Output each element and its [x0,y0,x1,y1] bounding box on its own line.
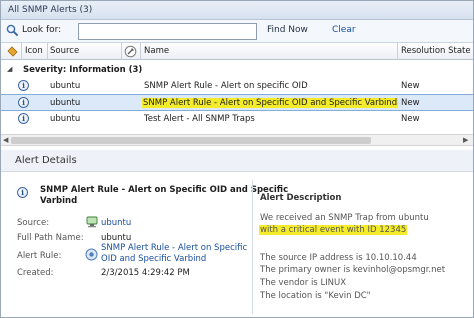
alert-resolution-state: New [401,98,420,108]
full-path-label: Full Path Name: [17,233,84,243]
severity-group-header[interactable]: ◢ Severity: Information (3) [1,62,473,77]
column-header-name[interactable]: Name [144,46,169,56]
alert-rule-label: Alert Rule: [17,251,62,261]
search-toolbar: Look for: Find Now Clear [1,20,473,43]
information-icon: i [18,97,29,108]
view-title: All SNMP Alerts (3) [8,5,93,15]
details-title-line2: Varbind [40,196,78,206]
alert-source: ubuntu [50,81,81,91]
alert-resolution-state: New [401,114,420,124]
column-header-resolution-state[interactable]: Resolution State [401,46,471,56]
alert-source: ubuntu [50,98,81,108]
description-line: We received an SNMP Trap from ubuntu [260,213,429,223]
alert-resolution-state: New [401,81,420,91]
created-value: 2/3/2015 4:29:42 PM [101,268,190,278]
created-label: Created: [17,268,54,278]
alert-rule-link-line1[interactable]: SNMP Alert Rule - Alert on Specific [101,243,247,253]
alert-details-header: Alert Details [1,150,473,172]
description-line: The primary owner is kevinhol@opsmgr.net [260,265,446,275]
alert-rule-link-line2[interactable]: OID and Specific Varbind [101,254,206,264]
alert-state-icon [7,46,18,60]
alert-name: SNMP Alert Rule - Alert on specific OID [144,81,308,91]
find-now-button[interactable]: Find Now [267,25,308,35]
information-icon: i [18,113,29,124]
group-label: Severity: Information (3) [23,65,143,75]
alert-source: ubuntu [50,114,81,124]
information-icon: i [18,80,29,91]
alert-row[interactable]: i ubuntu Test Alert - All SNMP Traps New [1,111,473,128]
computer-icon [86,216,98,231]
description-line: The source IP address is 10.10.10.44 [260,253,417,263]
description-line: The vendor is LINUX [260,278,347,288]
alert-details-heading: Alert Details [15,155,77,166]
scroll-right-icon[interactable]: ▶ [463,136,468,144]
alert-row-selected[interactable]: i ubuntu SNMP Alert Rule - Alert on Spec… [1,94,473,111]
clear-button[interactable]: Clear [332,25,356,35]
source-link[interactable]: ubuntu [101,218,131,228]
look-for-label: Look for: [22,25,62,35]
horizontal-scrollbar[interactable]: ◀ ▶ [1,134,473,146]
maintenance-mode-icon [124,45,137,61]
full-path-value: ubuntu [101,233,132,243]
description-line: The location is "Kevin DC" [260,291,371,301]
alert-name: Test Alert - All SNMP Traps [144,114,255,124]
source-label: Source: [17,218,50,228]
view-title-bar: All SNMP Alerts (3) [1,1,473,20]
information-icon: i [17,187,28,198]
column-header-source[interactable]: Source [50,46,79,56]
collapse-arrow-icon[interactable]: ◢ [7,65,12,73]
scroll-left-icon[interactable]: ◀ [3,136,8,144]
alert-description-heading: Alert Description [260,193,342,203]
scrollbar-thumb[interactable] [11,137,371,144]
column-header-icon[interactable]: Icon [25,46,43,56]
search-input[interactable] [78,23,257,40]
column-header-row: Icon Source Name Resolution State [1,43,473,60]
details-title-line1: SNMP Alert Rule - Alert on Specific OID … [40,185,289,195]
search-icon [6,24,19,40]
description-line-highlighted: with a critical event with ID 12345 [259,225,408,235]
details-divider [252,180,253,314]
alert-row[interactable]: i ubuntu SNMP Alert Rule - Alert on spec… [1,78,473,95]
alert-name: SNMP Alert Rule - Alert on Specific OID … [142,98,399,108]
rule-icon [85,248,98,264]
